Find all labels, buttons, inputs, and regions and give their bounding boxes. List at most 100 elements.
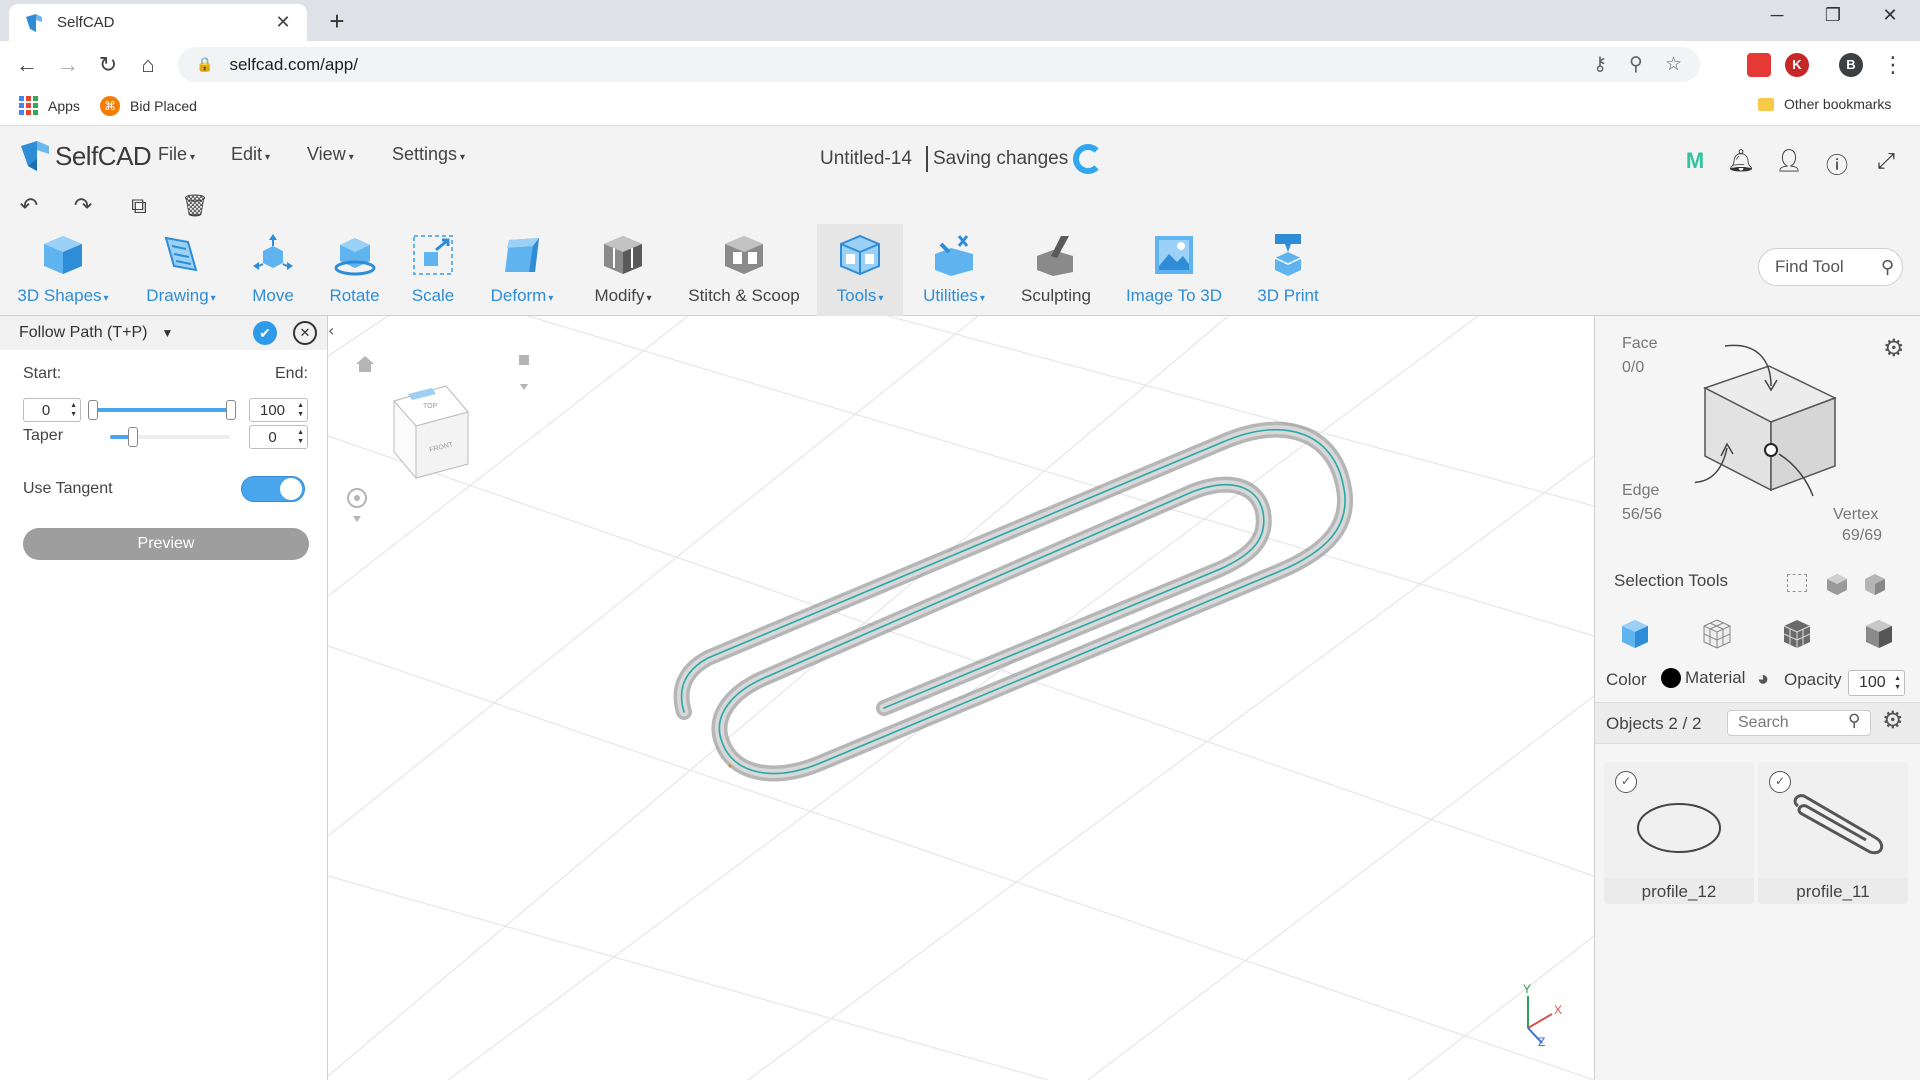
viewport-pan-icon[interactable] [519, 355, 529, 390]
zoom-icon[interactable]: ⚲ [1629, 53, 1643, 76]
select-faces-icon[interactable] [1825, 572, 1849, 596]
other-bookmarks-label: Other bookmarks [1784, 96, 1892, 112]
end-slider-thumb[interactable] [226, 400, 236, 420]
material-sphere-icon[interactable]: ◕ [1757, 668, 1769, 691]
extension-icon[interactable] [1747, 53, 1771, 77]
3d-viewport[interactable]: TOP FRONT ‹ Y X Z [328, 316, 1594, 1080]
objects-settings-gear-icon[interactable]: ⚙ [1882, 706, 1904, 735]
tool-modify[interactable]: Modify ▾ [584, 224, 662, 316]
main-toolbar: 3D Shapes ▾ Drawing ▾ Move Rotate Scale De… [0, 224, 1920, 316]
collapse-panel-chevron-icon[interactable]: ‹ [328, 321, 334, 340]
taper-slider-thumb[interactable] [128, 427, 138, 447]
taper-value-input[interactable]: 0 ▲ ▼ [249, 425, 308, 449]
mesh-mode-cube-icon[interactable] [1781, 618, 1813, 650]
tool-move[interactable]: Move [243, 224, 303, 316]
tool-deform[interactable]: Deform ▾ [482, 224, 562, 316]
tool-sculpting[interactable]: Sculpting [1016, 224, 1096, 316]
solid-mode-cube-icon[interactable] [1619, 618, 1651, 650]
tab-close-icon[interactable]: ✕ [273, 12, 293, 33]
visibility-check-icon[interactable]: ✓ [1615, 771, 1637, 793]
app-header: SelfCAD File ▾ Edit ▾ View ▾ Settings ▾ Unti… [0, 126, 1920, 186]
scene-canvas[interactable]: TOP FRONT ‹ Y X Z [328, 316, 1594, 1080]
menu-settings[interactable]: Settings ▾ [392, 144, 465, 165]
viewport-orbit-icon[interactable] [347, 488, 367, 522]
new-tab-button[interactable]: + [324, 8, 350, 34]
viewport-home-icon[interactable] [356, 356, 374, 372]
tool-rotate[interactable]: Rotate [322, 224, 387, 316]
selection-settings-gear-icon[interactable]: ⚙ [1883, 334, 1905, 363]
tool-stitch-scoop[interactable]: Stitch & Scoop [681, 224, 807, 316]
m-badge-icon[interactable]: M [1682, 148, 1708, 174]
right-panel: Face 0/0 Edge 56/56 Vertex 69/69 ⚙ Selec… [1594, 316, 1920, 1080]
notification-bell-icon[interactable]: 🔔︎ [1727, 148, 1755, 174]
shaded-mode-cube-icon[interactable] [1863, 618, 1895, 650]
browser-tab[interactable]: SelfCAD ✕ [9, 4, 307, 41]
forward-icon[interactable]: → [55, 52, 81, 78]
document-title[interactable]: Untitled-14 [820, 148, 912, 170]
tool-3d-print[interactable]: 3D Print [1250, 224, 1326, 316]
preview-button[interactable]: Preview [23, 528, 309, 560]
selection-tools-label: Selection Tools [1614, 571, 1729, 590]
redo-icon[interactable]: ↷ [70, 193, 96, 219]
selection-mode-cube-icon[interactable] [1695, 338, 1845, 498]
find-tool-input[interactable]: Find Tool ⚲ [1758, 248, 1903, 286]
tool-utilities[interactable]: Utilities ▾ [914, 224, 994, 316]
search-icon[interactable]: ⚲ [1881, 257, 1894, 278]
other-bookmarks[interactable]: Other bookmarks [1758, 96, 1891, 112]
view-cube[interactable]: TOP FRONT [393, 385, 469, 479]
select-object-icon[interactable] [1863, 572, 1887, 596]
menu-edit[interactable]: Edit ▾ [231, 144, 270, 165]
bookmark-bid-placed[interactable]: ⌘ Bid Placed [100, 96, 197, 116]
axis-gizmo: Y X Z [1523, 982, 1562, 1049]
window-close-icon[interactable]: ✕ [1870, 5, 1910, 26]
paperclip-object [673, 421, 1353, 782]
object-card-profile-12[interactable]: ✓ profile_12 [1604, 762, 1754, 904]
follow-path-title[interactable]: Follow Path (T+P) ▼ [19, 324, 253, 342]
profile-avatar[interactable]: B [1839, 53, 1863, 77]
fullscreen-icon[interactable]: ⤢ [1873, 148, 1899, 174]
tool-scale[interactable]: Scale [403, 224, 463, 316]
box-select-icon[interactable] [1787, 574, 1807, 592]
objects-search-icon[interactable]: ⚲ [1848, 711, 1860, 731]
browser-menu-icon[interactable]: ⋮ [1880, 52, 1906, 78]
reload-icon[interactable]: ↻ [95, 52, 121, 78]
object-card-profile-11[interactable]: ✓ profile_11 [1758, 762, 1908, 904]
wireframe-mode-cube-icon[interactable] [1701, 618, 1733, 650]
delete-icon[interactable]: 🗑︎ [181, 193, 209, 219]
opacity-input[interactable]: 100 ▲ ▼ [1848, 670, 1905, 696]
copy-icon[interactable]: ⧉ [126, 193, 152, 219]
visibility-check-icon[interactable]: ✓ [1769, 771, 1791, 793]
use-tangent-label: Use Tangent [23, 480, 113, 497]
undo-icon[interactable]: ↶ [16, 193, 42, 219]
start-label: Start: [23, 365, 62, 382]
start-value-input[interactable]: 0 ▲ ▼ [23, 398, 81, 422]
minimize-icon[interactable]: ─ [1757, 5, 1797, 26]
key-icon[interactable]: ⚷ [1593, 53, 1607, 76]
confirm-check-icon[interactable]: ✔ [253, 321, 277, 345]
color-swatch[interactable] [1661, 668, 1681, 688]
menu-view[interactable]: View ▾ [307, 144, 354, 165]
cancel-close-icon[interactable]: ✕ [293, 321, 317, 345]
omnibox[interactable]: 🔒 selfcad.com/app/ ⚷ ⚲ ☆ [178, 47, 1700, 82]
bookmark-apps[interactable]: Apps [19, 96, 80, 115]
extension-k-icon[interactable]: K [1785, 53, 1809, 77]
back-icon[interactable]: ← [14, 52, 40, 78]
home-icon[interactable]: ⌂ [135, 52, 161, 78]
use-tangent-toggle[interactable] [241, 476, 305, 502]
image-to-3d-icon [1150, 232, 1198, 278]
tool-image-to-3d[interactable]: Image To 3D [1118, 224, 1230, 316]
deform-icon [498, 232, 546, 278]
url-text[interactable]: selfcad.com/app/ [229, 55, 1571, 75]
restore-icon[interactable]: ❐ [1813, 5, 1853, 26]
menu-file[interactable]: File ▾ [158, 144, 195, 165]
tool-3d-shapes[interactable]: 3D Shapes ▾ [13, 224, 113, 316]
info-icon[interactable]: ⓘ [1824, 148, 1850, 180]
end-value-input[interactable]: 100 ▲ ▼ [249, 398, 308, 422]
start-slider-thumb[interactable] [88, 400, 98, 420]
user-account-icon[interactable]: 👤︎ [1775, 148, 1803, 174]
bookmark-star-icon[interactable]: ☆ [1665, 53, 1682, 76]
selfcad-logo[interactable]: SelfCAD [19, 139, 152, 173]
folder-icon [1758, 97, 1774, 111]
tool-drawing[interactable]: Drawing ▾ [135, 224, 227, 316]
tool-tools[interactable]: Tools ▾ [817, 224, 903, 316]
